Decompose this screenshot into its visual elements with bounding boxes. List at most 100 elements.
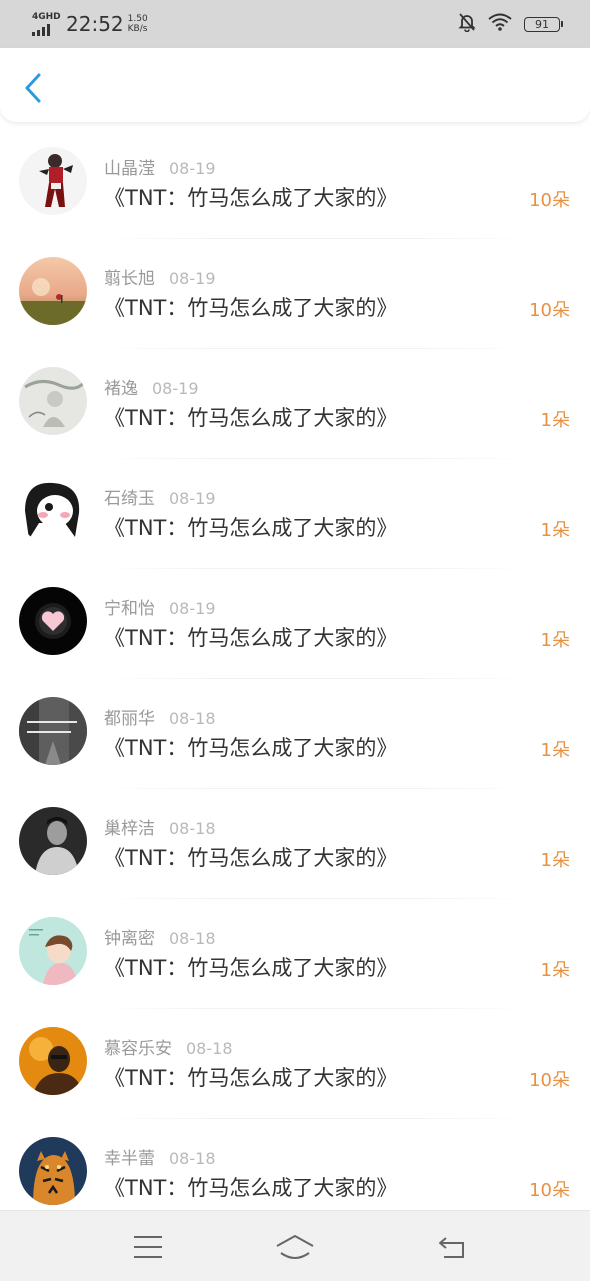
user-name: 翦长旭 08-19 (104, 264, 216, 289)
user-name: 巢梓洁 08-18 (104, 814, 216, 839)
flower-count: 1朵 (540, 850, 570, 871)
gift-date: 08-19 (169, 269, 216, 288)
user-name-text: 褚逸 (104, 379, 138, 399)
clock: 22:52 (66, 12, 124, 36)
gift-date: 08-18 (169, 819, 216, 838)
list-item[interactable]: 山晶滢 08-19 《TNT：竹马怎么成了大家的》 10朵 (0, 128, 590, 238)
flower-count: 10朵 (529, 300, 570, 321)
network-type: 4GHD (32, 12, 61, 22)
user-name-text: 宁和怡 (104, 599, 155, 619)
user-name-text: 幸半蕾 (104, 1149, 155, 1169)
book-title: 《TNT：竹马怎么成了大家的》 (104, 1066, 398, 1090)
flower-count: 1朵 (540, 410, 570, 431)
user-name-text: 山晶滢 (104, 159, 155, 179)
gift-date: 08-19 (169, 599, 216, 618)
gift-date: 08-19 (169, 159, 216, 178)
list-item[interactable]: 巢梓洁 08-18 《TNT：竹马怎么成了大家的》 1朵 (0, 788, 590, 898)
home-button[interactable] (270, 1225, 320, 1269)
speed-unit: KB/s (127, 24, 148, 34)
flower-count: 1朵 (540, 630, 570, 651)
user-name-text: 都丽华 (104, 709, 155, 729)
book-title: 《TNT：竹马怎么成了大家的》 (104, 186, 398, 210)
avatar[interactable] (19, 697, 87, 765)
list-item[interactable]: 都丽华 08-18 《TNT：竹马怎么成了大家的》 1朵 (0, 678, 590, 788)
speed-value: 1.50 (127, 14, 148, 24)
book-title: 《TNT：竹马怎么成了大家的》 (104, 736, 398, 760)
avatar[interactable] (19, 257, 87, 325)
book-title: 《TNT：竹马怎么成了大家的》 (104, 406, 398, 430)
user-name: 石绮玉 08-19 (104, 484, 216, 509)
menu-button[interactable] (123, 1225, 173, 1269)
gift-date: 08-18 (169, 1149, 216, 1168)
book-title: 《TNT：竹马怎么成了大家的》 (104, 516, 398, 540)
user-name: 慕容乐安 08-18 (104, 1034, 233, 1059)
gift-record-list[interactable]: 山晶滢 08-19 《TNT：竹马怎么成了大家的》 10朵 翦长旭 08-19 … (0, 128, 590, 1210)
user-name-text: 巢梓洁 (104, 819, 155, 839)
avatar-tiger (19, 1137, 87, 1205)
gift-date: 08-18 (186, 1039, 233, 1058)
gift-date: 08-19 (152, 379, 199, 398)
signal-bars-icon: 4GHD (32, 10, 61, 38)
divider (100, 348, 530, 349)
home-icon (276, 1235, 314, 1259)
book-title: 《TNT：竹马怎么成了大家的》 (104, 626, 398, 650)
divider (100, 678, 530, 679)
network-speed: 1.50 KB/s (128, 14, 148, 34)
divider (100, 458, 530, 459)
user-name: 山晶滢 08-19 (104, 154, 216, 179)
avatar[interactable] (19, 147, 87, 215)
avatar-orange-photo (19, 1027, 87, 1095)
user-name-text: 翦长旭 (104, 269, 155, 289)
divider (100, 1118, 530, 1119)
system-nav-bar (0, 1210, 590, 1281)
avatar[interactable] (19, 807, 87, 875)
avatar[interactable] (19, 587, 87, 655)
list-item[interactable]: 宁和怡 08-19 《TNT：竹马怎么成了大家的》 1朵 (0, 568, 590, 678)
user-name: 幸半蕾 08-18 (104, 1144, 216, 1169)
gift-date: 08-18 (169, 709, 216, 728)
list-item[interactable]: 石绮玉 08-19 《TNT：竹马怎么成了大家的》 1朵 (0, 458, 590, 568)
user-name-text: 慕容乐安 (104, 1039, 172, 1059)
wifi-icon (488, 13, 512, 35)
user-name-text: 钟离密 (104, 929, 155, 949)
list-item[interactable]: 幸半蕾 08-18 《TNT：竹马怎么成了大家的》 10朵 (0, 1118, 590, 1210)
avatar-man-portrait (19, 807, 87, 875)
status-left: 4GHD 22:52 1.50 KB/s (32, 8, 148, 40)
battery-level: 91 (535, 17, 549, 31)
user-name: 钟离密 08-18 (104, 924, 216, 949)
divider (100, 1008, 530, 1009)
list-item[interactable]: 钟离密 08-18 《TNT：竹马怎么成了大家的》 1朵 (0, 898, 590, 1008)
flower-count: 1朵 (540, 520, 570, 541)
book-title: 《TNT：竹马怎么成了大家的》 (104, 846, 398, 870)
back-icon (439, 1237, 464, 1258)
mute-bell-icon (458, 12, 476, 36)
avatar[interactable] (19, 367, 87, 435)
avatar-ink-painting (19, 367, 87, 435)
avatar-mint-girl (19, 917, 87, 985)
back-nav-button[interactable] (426, 1225, 476, 1269)
menu-icon (134, 1236, 162, 1258)
divider (100, 788, 530, 789)
back-button[interactable] (16, 68, 50, 108)
book-title: 《TNT：竹马怎么成了大家的》 (104, 956, 398, 980)
gift-date: 08-18 (169, 929, 216, 948)
avatar[interactable] (19, 1137, 87, 1205)
user-name-text: 石绮玉 (104, 489, 155, 509)
divider (100, 568, 530, 569)
user-name: 褚逸 08-19 (104, 374, 199, 399)
list-item[interactable]: 翦长旭 08-19 《TNT：竹马怎么成了大家的》 10朵 (0, 238, 590, 348)
avatar[interactable] (19, 1027, 87, 1095)
book-title: 《TNT：竹马怎么成了大家的》 (104, 1176, 398, 1200)
battery-icon: 91 (524, 16, 563, 32)
avatar[interactable] (19, 917, 87, 985)
avatar-fighter (19, 147, 87, 215)
list-item[interactable]: 慕容乐安 08-18 《TNT：竹马怎么成了大家的》 10朵 (0, 1008, 590, 1118)
status-bar: 4GHD 22:52 1.50 KB/s 91 (0, 0, 590, 48)
list-item[interactable]: 褚逸 08-19 《TNT：竹马怎么成了大家的》 1朵 (0, 348, 590, 458)
avatar[interactable] (19, 477, 87, 545)
flower-count: 10朵 (529, 190, 570, 211)
user-name: 都丽华 08-18 (104, 704, 216, 729)
gift-date: 08-19 (169, 489, 216, 508)
flower-count: 10朵 (529, 1180, 570, 1201)
avatar-heart (19, 587, 87, 655)
